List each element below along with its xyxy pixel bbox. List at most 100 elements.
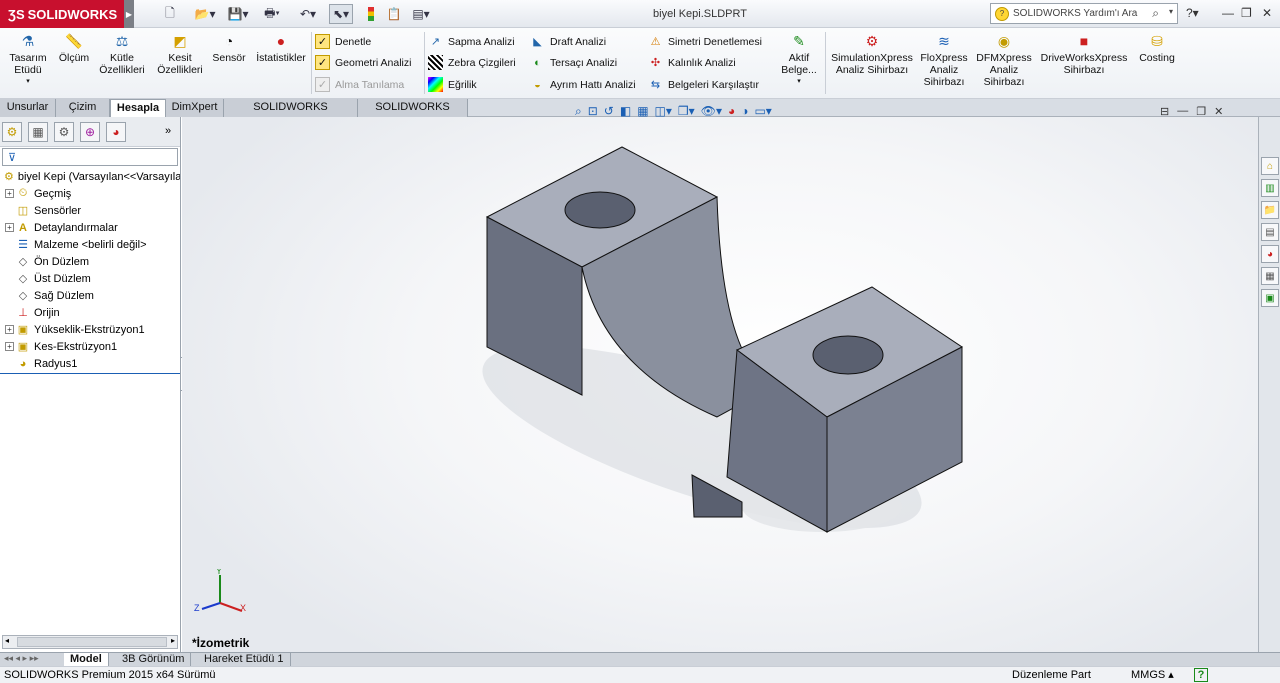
statistics-button[interactable]: ● İstatistikler <box>253 32 309 64</box>
check-button[interactable]: ✓ Denetle <box>315 34 371 49</box>
featuremanager-icon[interactable]: ⚙ <box>2 122 22 142</box>
view-settings-icon[interactable]: ▭▾ <box>754 104 771 119</box>
save-icon[interactable]: 💾▾ <box>226 4 250 24</box>
draft-analysis-button[interactable]: ◣ Draft Analizi <box>530 34 606 49</box>
scene-icon[interactable]: ◑ <box>741 104 748 119</box>
symmetry-check-button[interactable]: ⚠ Simetri Denetlemesi <box>648 34 762 49</box>
custom-properties-icon[interactable]: ▦ <box>1261 267 1279 285</box>
geometry-analysis-button[interactable]: ✓ Geometri Analizi <box>315 55 411 70</box>
viewport-minimize-icon[interactable]: — <box>1177 105 1188 118</box>
viewport-split-icon[interactable]: ⊟ <box>1160 105 1169 118</box>
tree-item-on-duzlem[interactable]: ◇ Ön Düzlem <box>0 253 180 270</box>
expand-icon[interactable]: + <box>5 325 14 334</box>
previous-view-icon[interactable]: ↺ <box>604 104 614 119</box>
scroll-right-icon[interactable]: ▸ <box>171 636 175 645</box>
tree-item-yukseklik-ekstruzyon1[interactable]: + ▣ Yükseklik-Ekstrüzyon1 <box>0 321 180 338</box>
tree-item-kes-ekstruzyon1[interactable]: + ▣ Kes-Ekstrüzyon1 <box>0 338 180 355</box>
solidworks-forum-icon[interactable]: ▣ <box>1261 289 1279 307</box>
design-study-button[interactable]: ⚗ Tasarım Etüdü ▾ <box>6 32 50 88</box>
tree-item-detaylandirmalar[interactable]: + A Detaylandırmalar <box>0 219 180 236</box>
tab-hesapla[interactable]: Hesapla <box>110 99 166 118</box>
print-icon[interactable]: 🖶▾ <box>260 4 284 24</box>
tree-item-sensorler[interactable]: ◫ Sensörler <box>0 202 180 219</box>
tab-motion-study[interactable]: Hareket Etüdü 1 <box>198 653 291 667</box>
section-properties-button[interactable]: ◩ Kesit Özellikleri <box>154 32 206 76</box>
tree-item-malzeme[interactable]: ☰ Malzeme <belirli değil> <box>0 236 180 253</box>
driveworksxpress-button[interactable]: ■ DriveWorksXpress Sihirbazı <box>1038 32 1130 76</box>
section-view-icon[interactable]: ◧ <box>620 104 631 119</box>
deviation-analysis-button[interactable]: ↗ Sapma Analizi <box>428 34 515 49</box>
parting-line-button[interactable]: ◒ Ayrım Hattı Analizi <box>530 77 635 92</box>
zebra-stripes-button[interactable]: Zebra Çizgileri <box>428 55 516 70</box>
scrollbar-thumb[interactable] <box>17 637 167 647</box>
tree-horizontal-scrollbar[interactable]: ◂ ▸ <box>2 635 178 649</box>
compare-documents-button[interactable]: ⇆ Belgeleri Karşılaştır <box>648 77 759 92</box>
displaymanager-icon[interactable]: ◕ <box>106 122 126 142</box>
tab-3d-view[interactable]: 3B Görünüm <box>116 653 192 667</box>
curvature-button[interactable]: Eğrilik <box>428 77 477 92</box>
tree-item-sag-duzlem[interactable]: ◇ Sağ Düzlem <box>0 287 180 304</box>
chevron-down-icon[interactable]: ▾ <box>1169 7 1173 16</box>
mass-properties-button[interactable]: ⚖ Kütle Özellikleri <box>96 32 148 76</box>
floxpress-button[interactable]: ≋ FloXpress Analiz Sihirbazı <box>918 32 970 88</box>
undo-icon[interactable]: ↶▾ <box>296 4 320 24</box>
tab-unsurlar[interactable]: Unsurlar <box>0 99 56 117</box>
help-search-input[interactable]: ? SOLIDWORKS Yardım'ı Ara ⌕ ▾ <box>990 3 1178 24</box>
new-document-icon[interactable]: 🗋 <box>160 4 180 24</box>
simulationxpress-button[interactable]: ⚙ SimulationXpress Analiz Sihirbazı <box>829 32 915 76</box>
tree-item-radyus1[interactable]: ◕ Radyus1 <box>0 355 180 372</box>
unit-system[interactable]: MMGS ▴ <box>1131 667 1174 683</box>
zoom-to-fit-icon[interactable]: ⌕ <box>575 104 582 119</box>
zoom-to-area-icon[interactable]: ⊡ <box>588 104 598 119</box>
scroll-left-icon[interactable]: ◂ <box>5 636 9 645</box>
rebuild-icon[interactable] <box>364 4 378 24</box>
restore-icon[interactable]: ❐ <box>1241 6 1252 20</box>
active-document-button[interactable]: ✎ Aktif Belge... ▾ <box>777 32 821 88</box>
design-library-icon[interactable]: ▥ <box>1261 179 1279 197</box>
tree-item-gecmis[interactable]: + ⏲ Geçmiş <box>0 185 180 202</box>
undercut-analysis-button[interactable]: ◐ Tersaçı Analizi <box>530 55 617 70</box>
file-explorer-icon[interactable]: 📁 <box>1261 201 1279 219</box>
part-model[interactable] <box>182 117 1258 652</box>
view-palette-icon[interactable]: ▤ <box>1261 223 1279 241</box>
minimize-icon[interactable]: — <box>1222 6 1234 20</box>
file-properties-icon[interactable]: 📋 <box>384 4 404 24</box>
viewport-restore-icon[interactable]: ❐ <box>1196 105 1206 118</box>
search-icon[interactable]: ⌕ <box>1152 6 1159 21</box>
tab-cizim[interactable]: Çizim <box>56 99 110 117</box>
view-orientation-icon[interactable]: ◫▾ <box>655 104 672 119</box>
solidworks-logo[interactable]: ƷS SOLIDWORKS <box>0 0 124 28</box>
sensor-button[interactable]: ◔ Sensör <box>210 32 248 64</box>
dfmxpress-button[interactable]: ◉ DFMXpress Analiz Sihirbazı <box>974 32 1034 88</box>
graphics-area[interactable]: Y X Z *İzometrik <box>182 117 1258 652</box>
options-icon[interactable]: ▤▾ <box>408 4 434 24</box>
costing-button[interactable]: ⛁ Costing <box>1134 32 1180 64</box>
close-icon[interactable]: ✕ <box>1262 6 1272 20</box>
expand-icon[interactable]: + <box>5 342 14 351</box>
solidworks-resources-icon[interactable]: ⌂ <box>1261 157 1279 175</box>
tree-root[interactable]: ⚙ biyel Kepi (Varsayılan<<Varsayılan> <box>0 168 180 185</box>
hide-show-icon[interactable]: 👁▾ <box>701 104 722 119</box>
import-diagnostics-button[interactable]: ✓ Alma Tanılama <box>315 77 404 92</box>
appearances-icon[interactable]: ◕ <box>1261 245 1279 263</box>
help-menu-icon[interactable]: ?▾ <box>1186 6 1199 20</box>
tab-scroll-icon[interactable]: ◂◂ ◂ ▸ ▸▸ <box>4 653 39 664</box>
configurationmanager-icon[interactable]: ⚙ <box>54 122 74 142</box>
tab-model[interactable]: Model <box>64 653 109 667</box>
viewport-close-icon[interactable]: ✕ <box>1214 105 1223 118</box>
thickness-analysis-button[interactable]: ✣ Kalınlık Analizi <box>648 55 736 70</box>
expand-icon[interactable]: + <box>5 223 14 232</box>
help-icon[interactable]: ? <box>1194 668 1208 682</box>
tree-item-orijin[interactable]: ⊥ Orijin <box>0 304 180 321</box>
select-icon[interactable]: ⬉▾ <box>329 4 353 24</box>
appearance-icon[interactable]: ◕ <box>728 104 735 119</box>
open-icon[interactable]: 📂▾ <box>193 4 217 24</box>
tab-solidworks-eklentileri[interactable]: SOLIDWORKS Eklentileri <box>224 99 358 129</box>
tree-item-ust-duzlem[interactable]: ◇ Üst Düzlem <box>0 270 180 287</box>
rollback-bar[interactable] <box>0 373 180 374</box>
dynamic-annotation-icon[interactable]: ▦ <box>637 104 648 119</box>
measure-button[interactable]: 📏 Ölçüm <box>56 32 92 64</box>
tree-filter[interactable]: ⊽ <box>2 148 178 166</box>
propertymanager-icon[interactable]: ▦ <box>28 122 48 142</box>
tab-dimxpert[interactable]: DimXpert <box>166 99 224 117</box>
